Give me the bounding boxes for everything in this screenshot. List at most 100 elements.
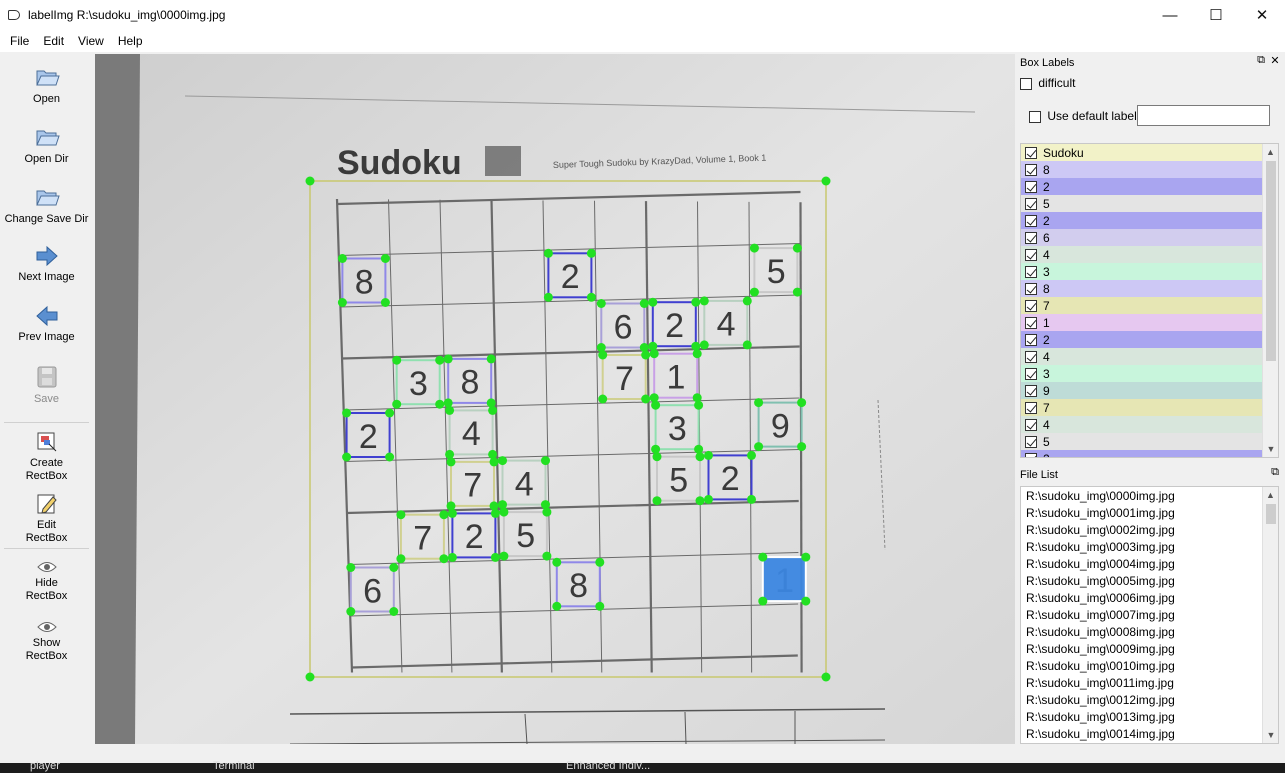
label-visible-checkbox[interactable] [1025,180,1037,193]
box-corner-handle[interactable] [435,355,445,365]
box-corner-handle[interactable] [742,296,752,306]
box-corner-handle[interactable] [488,449,498,459]
box-corner-handle[interactable] [489,457,499,467]
label-list-item[interactable]: 4 [1021,348,1278,365]
box-corner-handle[interactable] [305,176,315,186]
box-corner-handle[interactable] [445,449,455,459]
label-visible-checkbox[interactable] [1025,231,1037,244]
box-corner-handle[interactable] [337,298,347,307]
file-list-item[interactable]: R:\sudoku_img\0003img.jpg [1021,539,1278,556]
box-corner-handle[interactable] [695,496,705,506]
label-list-item[interactable]: 8 [1021,161,1278,178]
label-visible-checkbox[interactable] [1025,197,1037,210]
file-list-item[interactable]: R:\sudoku_img\0004img.jpg [1021,556,1278,573]
box-corner-handle[interactable] [649,393,659,403]
box-corner-handle[interactable] [552,601,562,611]
box-corner-handle[interactable] [792,287,802,297]
taskbar-item[interactable]: player [30,760,60,772]
file-list-item[interactable]: R:\sudoku_img\0007img.jpg [1021,607,1278,624]
box-corner-handle[interactable] [486,354,496,364]
box-corner-handle[interactable] [586,292,596,302]
label-list-item[interactable]: 2 [1021,178,1278,195]
box-corner-handle[interactable] [498,456,507,466]
open-button[interactable]: Open [0,64,93,106]
box-corner-handle[interactable] [543,292,553,302]
create-rectbox-button[interactable]: Create RectBox [0,430,93,483]
box-corner-handle[interactable] [486,398,496,408]
box-corner-handle[interactable] [498,500,507,510]
box-corner-handle[interactable] [801,552,811,562]
label-list-item[interactable]: 3 [1021,365,1278,382]
label-visible-checkbox[interactable] [1025,146,1037,159]
file-list-item[interactable]: R:\sudoku_img\0008img.jpg [1021,624,1278,641]
label-list-item[interactable]: 6 [1021,229,1278,246]
label-list-item[interactable]: 4 [1021,416,1278,433]
box-corner-handle[interactable] [447,508,457,518]
taskbar-item[interactable]: Terminal [213,760,255,772]
box-corner-handle[interactable] [639,343,649,352]
prev-image-button[interactable]: Prev Image [0,304,93,344]
menu-help[interactable]: Help [111,34,150,48]
box-corner-handle[interactable] [380,298,390,307]
label-list-item[interactable]: 3 [1021,263,1278,280]
box-corner-handle[interactable] [542,507,552,517]
save-button[interactable]: Save [0,364,93,406]
box-corner-handle[interactable] [797,442,807,452]
box-corner-handle[interactable] [749,287,759,297]
label-list-item[interactable]: 1 [1021,314,1278,331]
box-corner-handle[interactable] [389,563,399,572]
dock-float-icon[interactable]: ⧉ [1268,466,1282,479]
box-corner-handle[interactable] [489,501,499,511]
box-corner-handle[interactable] [446,501,456,511]
box-corner-handle[interactable] [490,552,500,562]
box-label-list[interactable]: Sudoku 8 2 5 2 6 4 3 8 7 1 2 4 3 9 7 4 5 2 ▲ ▼ [1020,143,1279,458]
label-list-item[interactable]: 2 [1021,450,1278,457]
box-corner-handle[interactable] [443,398,453,408]
box-corner-handle[interactable] [699,340,709,350]
box-corner-handle[interactable] [704,494,713,504]
box-corner-handle[interactable] [692,393,702,403]
label-visible-checkbox[interactable] [1025,248,1037,261]
label-visible-checkbox[interactable] [1025,299,1037,312]
box-corner-handle[interactable] [694,444,704,454]
box-corner-handle[interactable] [392,399,402,409]
label-visible-checkbox[interactable] [1025,435,1037,448]
box-corner-handle[interactable] [342,408,352,418]
label-list-item[interactable]: 8 [1021,280,1278,297]
maximize-button[interactable]: ☐ [1193,0,1239,30]
box-corner-handle[interactable] [446,457,456,467]
label-visible-checkbox[interactable] [1025,384,1037,397]
file-list-item[interactable]: R:\sudoku_img\0013img.jpg [1021,709,1278,726]
box-corner-handle[interactable] [695,452,705,462]
next-image-button[interactable]: Next Image [0,244,93,284]
box-corner-handle[interactable] [691,341,701,351]
box-corner-handle[interactable] [305,672,315,682]
box-corner-handle[interactable] [443,354,453,364]
scroll-up-icon[interactable]: ▲ [1263,144,1278,160]
label-visible-checkbox[interactable] [1025,282,1037,295]
box-corner-handle[interactable] [385,452,395,462]
box-corner-handle[interactable] [447,552,457,562]
edit-rectbox-button[interactable]: Edit RectBox [0,492,93,545]
box-corner-handle[interactable] [488,405,498,415]
use-default-label-checkbox[interactable] [1029,110,1041,123]
label-list-item[interactable]: 7 [1021,297,1278,314]
box-corner-handle[interactable] [651,444,661,454]
label-list-item[interactable]: Sudoku [1021,144,1278,161]
label-visible-checkbox[interactable] [1025,333,1037,346]
dock-close-icon[interactable]: ✕ [1268,54,1282,67]
scroll-down-icon[interactable]: ▼ [1263,727,1278,743]
box-corner-handle[interactable] [692,349,702,359]
box-corner-handle[interactable] [445,405,455,415]
box-corner-handle[interactable] [652,452,662,462]
label-visible-checkbox[interactable] [1025,367,1037,380]
file-list-item[interactable]: R:\sudoku_img\0005img.jpg [1021,573,1278,590]
box-corner-handle[interactable] [541,456,550,466]
scroll-thumb[interactable] [1266,504,1276,524]
box-corner-handle[interactable] [639,299,649,308]
box-corner-handle[interactable] [598,394,608,404]
box-corner-handle[interactable] [641,350,651,360]
label-visible-checkbox[interactable] [1025,452,1037,457]
box-corner-handle[interactable] [542,551,552,561]
box-corner-handle[interactable] [385,408,395,418]
